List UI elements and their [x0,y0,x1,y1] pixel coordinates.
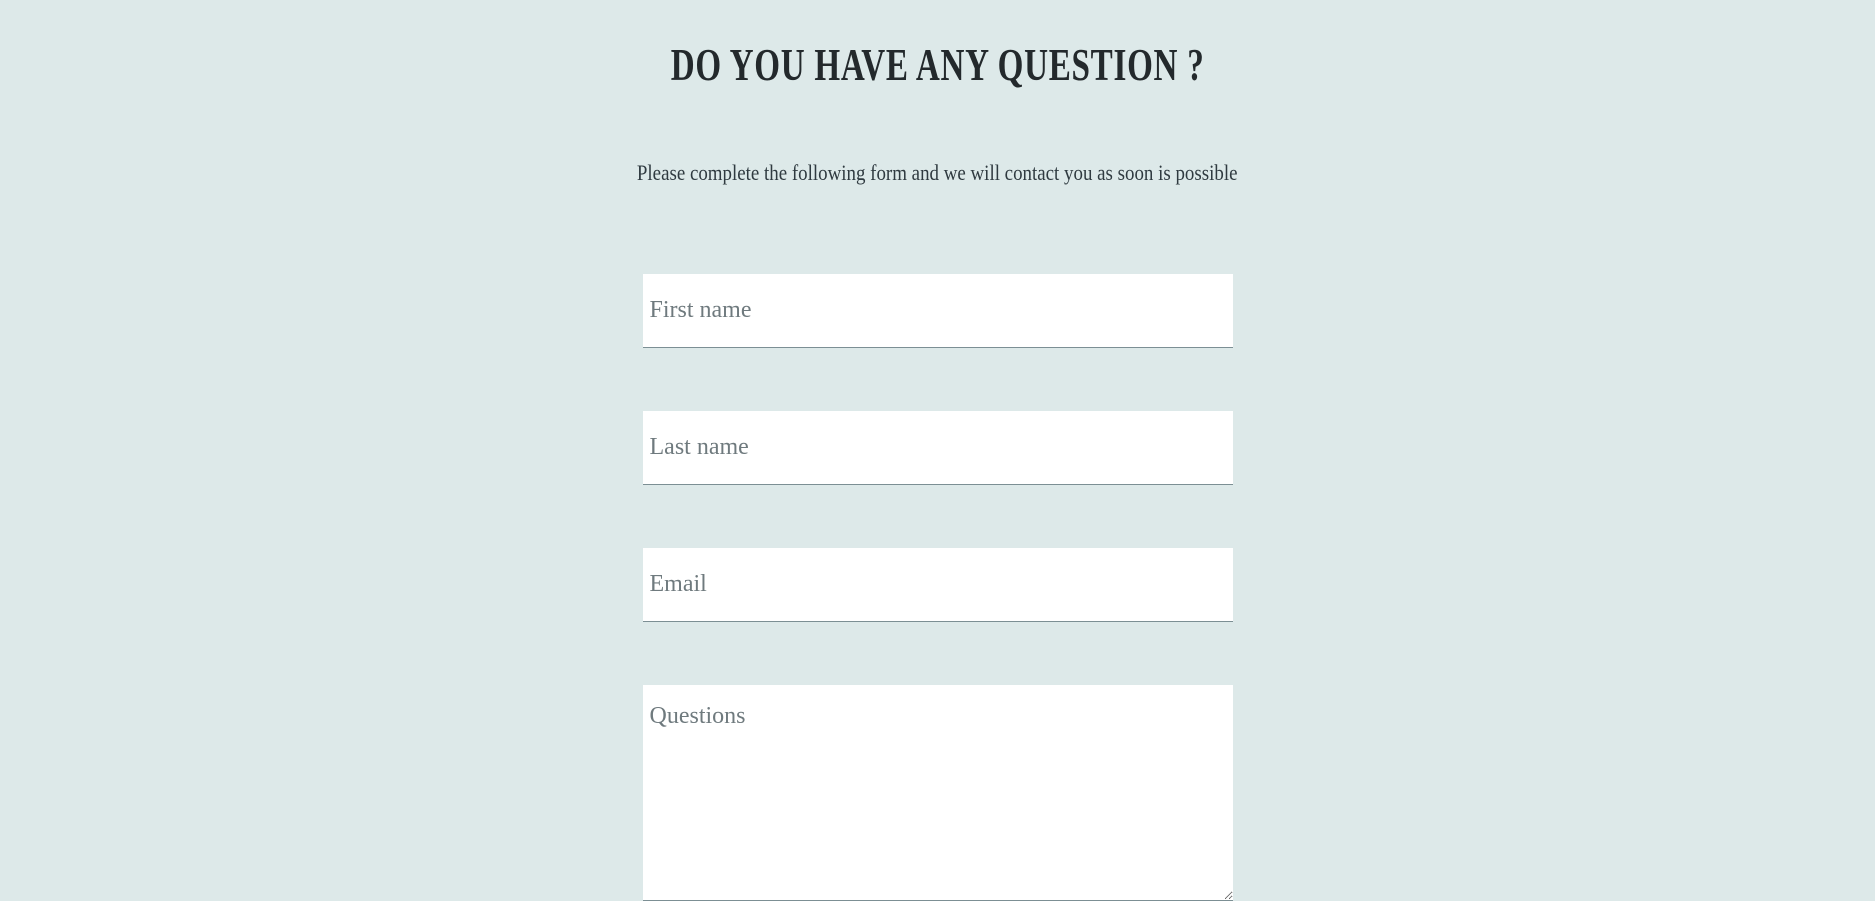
email-input[interactable] [642,547,1233,622]
page-subtitle: Please complete the following form and w… [637,159,1238,185]
page-title: DO YOU HAVE ANY QUESTION ? [670,39,1205,90]
questions-textarea[interactable] [642,684,1233,901]
contact-page: DO YOU HAVE ANY QUESTION ? Please comple… [0,0,1875,901]
last-name-input[interactable] [642,410,1233,485]
first-name-input[interactable] [642,273,1233,348]
contact-form [642,273,1233,901]
contact-section: DO YOU HAVE ANY QUESTION ? Please comple… [538,0,1338,901]
